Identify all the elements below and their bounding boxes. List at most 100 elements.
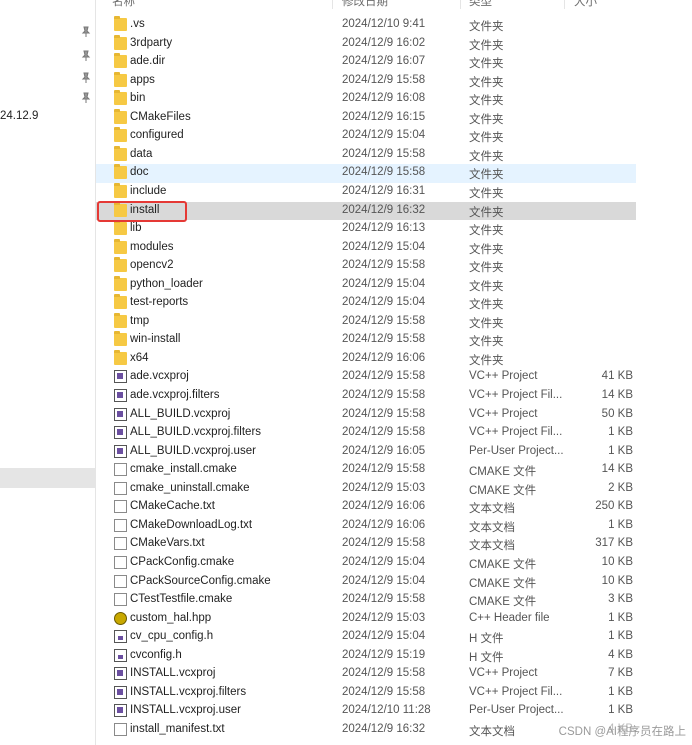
file-row[interactable]: tmp 2024/12/9 15:58 文件夹 [96,312,692,332]
file-name: CTestTestfile.cmake [130,593,233,606]
file-size: 1 KB [608,685,633,698]
file-size: 1 KB [608,630,633,643]
column-resize-handle[interactable] [564,0,565,9]
file-name: test-reports [130,296,189,309]
file-row[interactable]: CPackConfig.cmake 2024/12/9 15:04 CMAKE 文件… [96,554,692,573]
file-size: 3 KB [608,593,633,606]
file-size: 50 KB [601,407,633,420]
file-row[interactable]: CPackSourceConfig.cmake 2024/12/9 15:04 CM… [96,573,692,592]
file-row[interactable]: include 2024/12/9 16:31 文件夹 [96,182,692,202]
file-date: 2024/12/9 15:04 [342,555,426,568]
file-size: 14 KB [601,389,633,401]
file-row[interactable]: CMakeCache.txt 2024/12/9 16:06 文本文档 250 KB [96,498,692,517]
file-date: 2024/12/9 16:07 [342,55,426,68]
file-row[interactable]: ALL_BUILD.vcxproj 2024/12/9 15:58 VC++ Pro… [96,406,692,425]
file-name: cvconfig.h [130,648,182,661]
file-row[interactable]: modules 2024/12/9 15:04 文件夹 [96,238,692,258]
file-row[interactable]: ade.vcxproj.filters 2024/12/9 15:58 VC++ P… [96,387,692,406]
annotation-highlight-box [97,201,187,222]
file-row[interactable]: bin 2024/12/9 16:08 文件夹 [96,90,692,109]
file-name: cv_cpu_config.h [130,630,214,643]
file-row[interactable]: cmake_uninstall.cmake 2024/12/9 15:03 CMAK… [96,480,692,499]
vcxproj-user-icon [114,444,127,458]
file-date: 2024/12/9 15:03 [342,481,426,494]
file-row[interactable]: ade.dir 2024/12/9 16:07 文件夹 [96,53,692,72]
file-name: tmp [130,314,150,327]
file-type: 文件夹 [469,280,504,293]
file-name: win-install [130,333,181,346]
file-date: 2024/12/9 16:06 [342,351,426,364]
pin-icon[interactable] [80,72,92,84]
file-row[interactable]: cv_cpu_config.h 2024/12/9 15:04 H 文件 1 KB [96,628,692,647]
file-row[interactable]: INSTALL.vcxproj 2024/12/9 15:58 VC++ Proje… [96,665,692,684]
file-row[interactable]: CMakeDownloadLog.txt 2024/12/9 16:06 文本文档 1… [96,517,692,536]
vcxproj-icon [114,407,127,421]
file-row[interactable]: ALL_BUILD.vcxproj.filters 2024/12/9 15:58… [96,424,692,443]
file-date: 2024/12/9 16:32 [342,722,426,735]
file-type: 文件夹 [469,317,504,330]
file-name: CMakeCache.txt [130,500,216,513]
column-header-date[interactable]: 修改日期 [342,0,388,9]
file-row[interactable]: custom_hal.hpp 2024/12/9 15:03 C++ Header … [96,610,692,629]
file-row[interactable]: python_loader 2024/12/9 15:04 文件夹 [96,275,692,295]
file-size: 41 KB [601,370,633,383]
file-icon [114,722,127,736]
pin-icon[interactable] [80,92,92,104]
file-type: VC++ Project [469,667,538,680]
file-row[interactable]: lib 2024/12/9 16:13 文件夹 [96,220,692,239]
file-row[interactable]: CMakeFiles 2024/12/9 16:15 文件夹 [96,108,692,128]
file-row[interactable]: x64 2024/12/9 16:06 文件夹 [96,349,692,369]
file-name: custom_hal.hpp [130,611,212,624]
file-row[interactable]: opencv2 2024/12/9 15:58 文件夹 [96,257,692,276]
file-type: CMAKE 文件 [469,466,537,479]
file-row[interactable]: .vs 2024/12/10 9:41 文件夹 [96,16,692,35]
column-resize-handle[interactable] [332,0,333,9]
file-row[interactable]: cvconfig.h 2024/12/9 15:19 H 文件 4 KB [96,647,692,666]
file-date: 2024/12/9 15:58 [342,667,426,680]
folder-icon [114,238,127,254]
nav-item-selected[interactable] [0,468,95,488]
pin-icon[interactable] [80,26,92,38]
file-row[interactable]: configured 2024/12/9 15:04 文件夹 [96,127,692,146]
file-row[interactable]: data 2024/12/9 15:58 文件夹 [96,145,692,165]
file-type: 文本文档 [469,540,515,553]
file-name: ade.vcxproj.filters [130,389,220,401]
pin-icon[interactable] [80,50,92,62]
file-name: INSTALL.vcxproj.filters [130,685,247,698]
file-date: 2024/12/9 15:58 [342,166,426,179]
file-type: 文本文档 [469,503,515,516]
column-header-name[interactable]: 名称 [112,0,135,9]
file-size: 250 KB [595,500,633,513]
file-row[interactable]: test-reports 2024/12/9 15:04 文件夹 [96,294,692,313]
file-name: ALL_BUILD.vcxproj.filters [130,426,262,439]
file-row[interactable]: INSTALL.vcxproj.user 2024/12/10 11:28 Per-… [96,702,692,721]
folder-icon [114,331,127,347]
file-row[interactable]: ALL_BUILD.vcxproj.user 2024/12/9 16:05 Per… [96,443,692,462]
file-row[interactable]: apps 2024/12/9 15:58 文件夹 [96,71,692,91]
file-row[interactable]: 3rdparty 2024/12/9 16:02 文件夹 [96,34,692,54]
column-header-size[interactable]: 大小 [574,0,597,9]
column-header-type[interactable]: 类型 [469,0,492,9]
file-name: CMakeVars.txt [130,537,205,550]
file-name: doc [130,166,149,179]
file-type: 文件夹 [469,39,504,52]
file-row[interactable]: win-install 2024/12/9 15:58 文件夹 [96,331,692,350]
column-resize-handle[interactable] [460,0,461,9]
file-row[interactable]: CTestTestfile.cmake 2024/12/9 15:58 CMAKE … [96,591,692,610]
file-date: 2024/12/9 16:13 [342,222,426,235]
file-name: include [130,184,167,197]
file-size: 7 KB [608,667,633,680]
file-row[interactable]: INSTALL.vcxproj.filters 2024/12/9 15:58 VC… [96,684,692,703]
file-row[interactable]: doc 2024/12/9 15:58 文件夹 [96,164,636,183]
file-size: 4 KB [608,648,633,661]
file-date: 2024/12/9 16:06 [342,500,426,513]
file-row[interactable]: ade.vcxproj 2024/12/9 15:58 VC++ Project 41… [96,368,692,387]
nav-item-label[interactable]: 24.12.9 [0,110,38,122]
file-name: CMakeFiles [130,110,191,123]
file-type: 文件夹 [469,206,504,219]
file-name: ALL_BUILD.vcxproj.user [130,444,256,457]
file-icon [114,537,127,551]
file-row[interactable]: cmake_install.cmake 2024/12/9 15:58 CMAKE … [96,461,692,480]
file-row[interactable]: CMakeVars.txt 2024/12/9 15:58 文本文档 317 KB [96,535,692,554]
file-date: 2024/12/10 9:41 [342,18,426,30]
